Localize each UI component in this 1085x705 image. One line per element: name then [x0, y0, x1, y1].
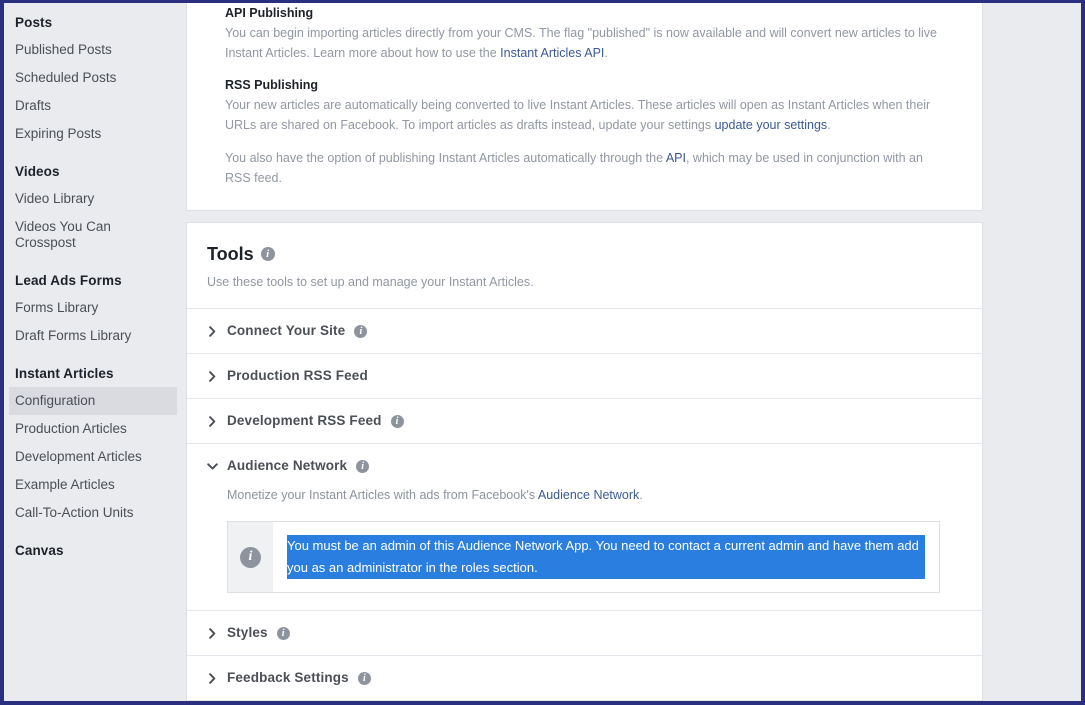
- sidebar-group-title: Instant Articles: [15, 366, 114, 381]
- accordion-row-audience-network: Audience Network i Monetize your Instant A…: [187, 443, 982, 610]
- admin-required-notice: i You must be an admin of this Audience N…: [227, 521, 940, 593]
- tools-card-header: Tools i Use these tools to set up and ma…: [187, 223, 982, 308]
- rss-publishing-block: RSS Publishing Your new articles are aut…: [187, 77, 982, 210]
- info-icon[interactable]: i: [354, 324, 368, 338]
- chevron-down-icon[interactable]: [207, 461, 218, 472]
- sidebar-item-development-articles[interactable]: Development Articles: [4, 443, 178, 471]
- api-publishing-text-after: .: [604, 45, 608, 60]
- sidebar-item-call-to-action-units[interactable]: Call-To-Action Units: [4, 499, 178, 527]
- accordion-toggle-connect-your-site[interactable]: Connect Your Site i: [207, 322, 962, 340]
- sidebar-group-spacer: [4, 148, 178, 156]
- accordion-row-connect-your-site: Connect Your Site i: [187, 308, 982, 353]
- tools-title-row: Tools i: [207, 243, 962, 265]
- tools-subtitle: Use these tools to set up and manage you…: [207, 275, 534, 289]
- chevron-right-icon[interactable]: [207, 415, 218, 427]
- audience-network-description: Monetize your Instant Articles with ads …: [227, 486, 962, 504]
- accordion-row-feedback-settings: Feedback Settings i: [187, 655, 982, 700]
- audience-network-body: Monetize your Instant Articles with ads …: [207, 475, 962, 597]
- info-icon: i: [240, 546, 261, 568]
- rss-publishing-paragraph-2: You also have the option of publishing I…: [225, 149, 944, 188]
- page-frame: Posts Published Posts Scheduled Posts Draft…: [0, 0, 1085, 705]
- accordion-toggle-styles[interactable]: Styles i: [207, 624, 962, 642]
- sidebar-item-scheduled-posts[interactable]: Scheduled Posts: [4, 64, 178, 92]
- info-icon[interactable]: i: [260, 247, 275, 261]
- accordion-row-email-notifications: Email Notificationsi: [187, 700, 982, 701]
- rss-p1-after: .: [827, 117, 831, 132]
- api-link[interactable]: API: [666, 151, 686, 165]
- info-icon[interactable]: i: [276, 626, 290, 640]
- sidebar-group-spacer: [4, 257, 178, 265]
- sidebar-item-expiring-posts[interactable]: Expiring Posts: [4, 120, 178, 148]
- info-icon[interactable]: i: [357, 671, 371, 685]
- accordion-toggle-audience-network[interactable]: Audience Network i: [207, 457, 962, 475]
- sidebar-navigation: Posts Published Posts Scheduled Posts Draft…: [4, 3, 178, 701]
- sidebar-item-videos-you-can-crosspost[interactable]: Videos You Can Crosspost: [4, 213, 178, 257]
- an-desc-after: .: [639, 488, 643, 502]
- instant-articles-api-link[interactable]: Instant Articles API: [500, 46, 604, 60]
- chevron-right-icon[interactable]: [207, 627, 218, 639]
- sidebar-group-title: Posts: [15, 15, 53, 30]
- accordion-label: Production RSS Feed: [227, 368, 368, 383]
- main-content: API Publishing You can begin importing a…: [186, 3, 983, 701]
- accordion-label: Styles: [227, 625, 268, 640]
- accordion-toggle-development-rss-feed[interactable]: Development RSS Feed i: [207, 412, 962, 430]
- publishing-info-card: API Publishing You can begin importing a…: [186, 3, 983, 211]
- sidebar-item-drafts[interactable]: Drafts: [4, 92, 178, 120]
- chevron-right-icon[interactable]: [207, 672, 218, 684]
- sidebar-group-title: Lead Ads Forms: [15, 273, 122, 288]
- sidebar-item-draft-forms-library[interactable]: Draft Forms Library: [4, 322, 178, 350]
- update-your-settings-link[interactable]: update your settings: [715, 118, 828, 132]
- accordion-label: Feedback Settings: [227, 670, 349, 685]
- audience-network-link[interactable]: Audience Network: [538, 488, 639, 502]
- sidebar-item-configuration[interactable]: Configuration: [9, 387, 177, 415]
- info-icon[interactable]: i: [356, 459, 370, 473]
- accordion-label: Connect Your Site: [227, 323, 346, 338]
- api-publishing-heading: API Publishing: [225, 6, 314, 20]
- chevron-right-icon[interactable]: [207, 370, 218, 382]
- api-publishing-text: You can begin importing articles directl…: [225, 24, 944, 63]
- accordion-label: Development RSS Feed: [227, 413, 382, 428]
- rss-p2-before: You also have the option of publishing I…: [225, 151, 666, 165]
- sidebar-item-video-library[interactable]: Video Library: [4, 185, 178, 213]
- sidebar-group-spacer: [4, 527, 178, 535]
- rss-publishing-heading: RSS Publishing: [225, 78, 319, 92]
- notice-text: You must be an admin of this Audience Ne…: [287, 535, 925, 579]
- info-icon[interactable]: i: [390, 414, 404, 428]
- sidebar-group-title: Canvas: [15, 543, 64, 558]
- accordion-row-production-rss-feed: Production RSS Feed: [187, 353, 982, 398]
- sidebar-group-spacer: [4, 350, 178, 358]
- notice-icon-column: i: [228, 522, 273, 592]
- accordion-toggle-feedback-settings[interactable]: Feedback Settings i: [207, 669, 962, 687]
- chevron-right-icon[interactable]: [207, 325, 218, 337]
- accordion-toggle-production-rss-feed[interactable]: Production RSS Feed: [207, 367, 962, 385]
- an-desc-before: Monetize your Instant Articles with ads …: [227, 488, 538, 502]
- accordion-row-styles: Styles i: [187, 610, 982, 655]
- sidebar-group-title: Videos: [15, 164, 60, 179]
- notice-body: You must be an admin of this Audience Ne…: [273, 522, 939, 592]
- api-publishing-block: API Publishing You can begin importing a…: [187, 3, 982, 63]
- sidebar-item-example-articles[interactable]: Example Articles: [4, 471, 178, 499]
- sidebar-item-published-posts[interactable]: Published Posts: [4, 36, 178, 64]
- rss-publishing-paragraph-1: Your new articles are automatically bein…: [225, 96, 944, 135]
- sidebar-item-forms-library[interactable]: Forms Library: [4, 294, 178, 322]
- sidebar-group-spacer: [4, 564, 178, 572]
- sidebar-item-production-articles[interactable]: Production Articles: [4, 415, 178, 443]
- tools-title: Tools: [207, 244, 254, 264]
- tools-card: Tools i Use these tools to set up and ma…: [186, 222, 983, 701]
- accordion-row-development-rss-feed: Development RSS Feed i: [187, 398, 982, 443]
- accordion-label: Audience Network: [227, 458, 348, 473]
